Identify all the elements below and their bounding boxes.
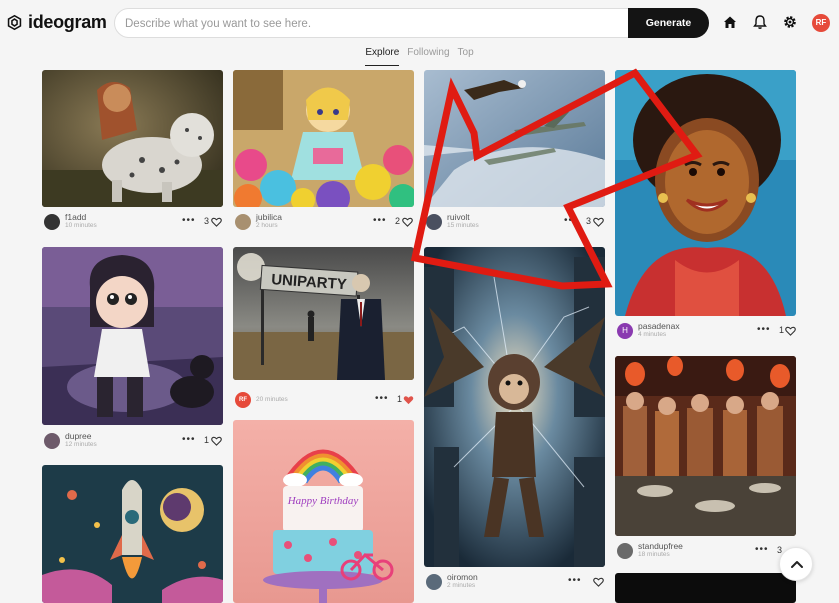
post-meta: ruivolt 15 minutes ••• 3 [426, 211, 607, 233]
username[interactable]: standupfree [638, 541, 683, 551]
heart-icon[interactable] [593, 217, 604, 227]
post-time: 15 minutes [447, 222, 479, 229]
avatar[interactable]: RF [235, 392, 251, 408]
gear-icon[interactable] [782, 14, 798, 30]
heart-icon[interactable] [211, 217, 222, 227]
like-count: 1 [204, 435, 210, 445]
more-options-icon[interactable]: ••• [375, 393, 389, 404]
cake-text: Happy Birthday [287, 495, 359, 507]
tab-top[interactable]: Top [458, 46, 474, 66]
post-meta: RF 20 minutes ••• 1 [235, 389, 416, 411]
post-image[interactable] [615, 70, 796, 316]
chevron-up-icon [791, 561, 803, 568]
post-meta: oiromon 2 minutes ••• [426, 571, 607, 593]
username[interactable]: oiromon [447, 572, 478, 582]
logo[interactable]: ideogram [6, 12, 107, 33]
post-image[interactable] [615, 356, 796, 536]
avatar[interactable] [44, 214, 60, 230]
post-image[interactable] [42, 70, 223, 207]
prompt-box [114, 8, 709, 38]
home-icon[interactable] [722, 14, 738, 30]
generate-button[interactable]: Generate [628, 8, 709, 38]
post-time: 18 minutes [638, 551, 670, 558]
top-bar: ideogram Generate RF [0, 0, 839, 46]
post-meta: H pasadenax 4 minutes ••• 1 [617, 320, 798, 342]
post-meta: jubilica 2 hours ••• 2 [235, 211, 416, 233]
avatar[interactable] [617, 543, 633, 559]
more-options-icon[interactable]: ••• [757, 324, 771, 335]
ideogram-logo-icon [7, 14, 22, 31]
heart-filled-icon[interactable] [403, 395, 414, 405]
post-time: 20 minutes [256, 396, 288, 403]
username[interactable]: ruivolt [447, 212, 470, 222]
tab-explore[interactable]: Explore [365, 46, 400, 66]
post-image[interactable] [233, 70, 414, 207]
heart-icon[interactable] [211, 436, 222, 446]
username[interactable]: pasadenax [638, 321, 680, 331]
like-count: 1 [397, 394, 403, 404]
bell-icon[interactable] [752, 14, 768, 30]
post-meta: standupfree 18 minutes ••• 3 [617, 540, 798, 562]
tab-following[interactable]: Following [407, 46, 449, 66]
post-meta: f1add 10 minutes ••• 3 [44, 211, 225, 233]
like-count: 2 [395, 216, 401, 226]
post-image[interactable]: Happy Birthday [233, 420, 414, 603]
post-time: 4 minutes [638, 331, 667, 338]
avatar[interactable] [44, 433, 60, 449]
post-image[interactable] [42, 247, 223, 425]
post-image[interactable] [615, 573, 796, 603]
heart-icon[interactable] [593, 577, 604, 587]
feed-tabs: Explore Following Top [0, 46, 839, 66]
post-time: 2 minutes [447, 582, 476, 589]
scroll-to-top-button[interactable] [779, 547, 813, 581]
more-options-icon[interactable]: ••• [182, 215, 196, 226]
logo-text: ideogram [28, 12, 107, 32]
post-image[interactable] [424, 70, 605, 207]
more-options-icon[interactable]: ••• [373, 215, 387, 226]
more-options-icon[interactable]: ••• [568, 575, 582, 586]
like-count: 1 [779, 325, 785, 335]
more-options-icon[interactable]: ••• [182, 434, 196, 445]
post-time: 12 minutes [65, 441, 97, 448]
avatar[interactable] [426, 574, 442, 590]
post-time: 10 minutes [65, 222, 97, 229]
post-image[interactable] [42, 465, 223, 603]
username[interactable]: jubilica [256, 212, 282, 222]
username[interactable]: dupree [65, 431, 91, 441]
post-time: 2 hours [256, 222, 278, 229]
avatar[interactable] [235, 214, 251, 230]
post-image[interactable]: UNIPARTY [233, 247, 414, 380]
heart-icon[interactable] [785, 326, 796, 336]
like-count: 3 [586, 216, 592, 226]
avatar[interactable] [426, 214, 442, 230]
heart-icon[interactable] [402, 217, 413, 227]
avatar[interactable]: H [617, 323, 633, 339]
more-options-icon[interactable]: ••• [564, 215, 578, 226]
username[interactable]: f1add [65, 212, 86, 222]
prompt-input[interactable] [125, 13, 625, 34]
like-count: 3 [204, 216, 210, 226]
post-meta: dupree 12 minutes ••• 1 [44, 430, 225, 452]
more-options-icon[interactable]: ••• [755, 544, 769, 555]
post-image[interactable] [424, 247, 605, 567]
user-avatar[interactable]: RF [812, 14, 830, 32]
